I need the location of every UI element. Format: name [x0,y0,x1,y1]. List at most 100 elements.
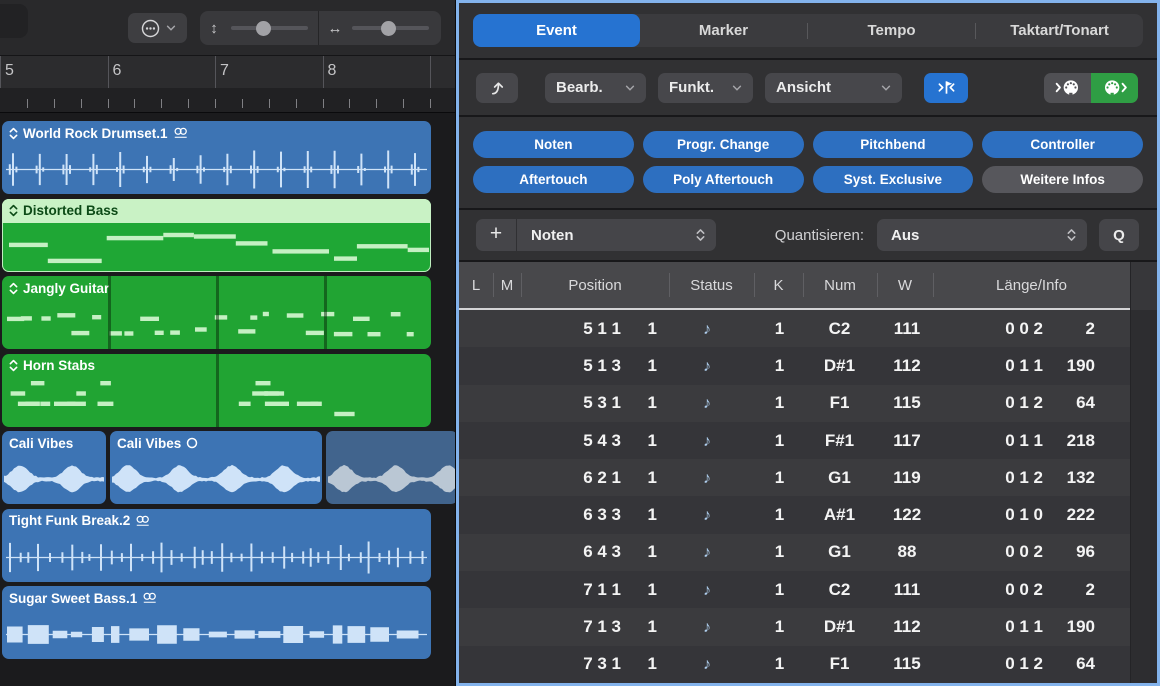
length-tick: 96 [1055,542,1095,562]
tab-tempo[interactable]: Tempo [808,14,975,47]
region-options-button[interactable] [128,13,187,43]
chevron-down-icon [732,85,742,91]
loop-segment-divider [324,276,327,349]
view-menu-button[interactable]: Ansicht [765,73,902,103]
loop-segment-divider [108,276,111,349]
add-event-button[interactable]: + [476,219,517,251]
length-tick: 64 [1055,393,1095,413]
slider-knob[interactable] [256,21,271,36]
channel-value: 1 [757,617,802,637]
length-tick: 64 [1055,654,1095,674]
filter-label: Progr. Change [677,137,769,152]
filter-poly-aftertouch[interactable]: Poly Aftertouch [643,166,804,193]
region-loop-tail[interactable] [326,431,455,504]
loop-segment-divider [216,354,219,427]
channel-value: 1 [757,319,802,339]
region-name: World Rock Drumset.1 [23,126,168,141]
column-header-l-nge-info[interactable]: Länge/Info [933,262,1130,308]
position-tick: 1 [621,505,657,525]
column-header-status[interactable]: Status [669,262,754,308]
column-header-position[interactable]: Position [521,262,669,308]
filter-progr-change[interactable]: Progr. Change [643,131,804,158]
bar-ruler[interactable]: 5678 [0,56,455,88]
filter-pitchbend[interactable]: Pitchbend [813,131,974,158]
filter-noten[interactable]: Noten [473,131,634,158]
column-header-num[interactable]: Num [803,262,877,308]
waveform-preview [112,455,320,502]
note-name: A#1 [802,505,877,525]
functions-menu-button[interactable]: Funkt. [658,73,753,103]
filter-syst-exclusive[interactable]: Syst. Exclusive [813,166,974,193]
editor-tab-bar: EventMarkerTempoTaktart/Tonart [459,3,1157,58]
flex-pitch-icon [9,359,18,372]
position-tick: 1 [621,654,657,674]
event-row[interactable]: 5 1 31♪1D#11120 1 1190 [459,347,1130,384]
hierarchy-up-button[interactable] [476,73,518,103]
region-jangly-guitar[interactable]: Jangly Guitar [2,276,431,349]
length-cell: 0 0 22 [937,319,1130,339]
tracks-panel: ↕ ↔ 5678 World Rock Drumset.1 Distorted B… [0,0,456,686]
status-cell: ♪ [657,580,757,600]
region-tight-funk-break-2[interactable]: Tight Funk Break.2 [2,509,431,582]
event-row[interactable]: 6 2 11♪1G11190 1 2132 [459,459,1130,496]
chevron-down-icon [166,25,176,31]
tab-marker[interactable]: Marker [640,14,807,47]
edit-menu-button[interactable]: Bearb. [545,73,646,103]
midi-out-button[interactable] [1091,73,1138,103]
horizontal-zoom-slider[interactable] [349,11,437,45]
column-header-w[interactable]: W [877,262,933,308]
filter-controller[interactable]: Controller [982,131,1143,158]
column-header-k[interactable]: K [754,262,803,308]
event-row[interactable]: 6 4 31♪1G1880 0 296 [459,534,1130,571]
status-cell: ♪ [657,431,757,451]
length-cell: 0 1 1190 [937,356,1130,376]
scrollbar-gutter[interactable] [1130,262,1157,683]
length-tick: 132 [1055,468,1095,488]
slider-knob[interactable] [381,21,396,36]
column-header-m[interactable]: M [493,262,521,308]
position-tick: 1 [621,393,657,413]
region-world-rock-drumset-1[interactable]: World Rock Drumset.1 [2,121,431,194]
velocity-value: 88 [877,542,937,562]
quantize-apply-button[interactable]: Q [1099,219,1139,251]
note-icon: ♪ [703,507,711,524]
filter-label: Aftertouch [519,172,587,187]
filter-aftertouch[interactable]: Aftertouch [473,166,634,193]
table-header: LM PositionStatusK Num WLänge/Info [459,262,1130,310]
midi-in-button[interactable] [1044,73,1091,103]
bar-number: 6 [113,62,122,80]
region-cali-vibes[interactable]: Cali Vibes [110,431,322,504]
filter-weitere-infos[interactable]: Weitere Infos [982,166,1143,193]
column-header-label: M [501,277,514,294]
event-type-select[interactable]: Noten [517,219,716,251]
column-header-label: Num [824,277,856,294]
region-cali-vibes[interactable]: Cali Vibes [2,431,106,504]
column-header-l[interactable]: L [459,262,493,308]
note-icon: ♪ [703,656,711,673]
event-row[interactable]: 7 1 31♪1D#11120 1 1190 [459,608,1130,645]
waveform-preview [4,533,429,580]
vertical-zoom-slider[interactable] [228,11,316,45]
tab-event[interactable]: Event [473,14,640,47]
filter-label: Poly Aftertouch [673,172,773,187]
status-cell: ♪ [657,542,757,562]
tab-taktart-tonart[interactable]: Taktart/Tonart [976,14,1143,47]
quantize-select[interactable]: Aus [877,219,1087,251]
length-value: 0 0 2 [1005,319,1043,339]
event-row[interactable]: 5 3 11♪1F11150 1 264 [459,385,1130,422]
event-row[interactable]: 7 3 11♪1F11150 1 264 [459,646,1130,683]
tracks-toolbar: ↕ ↔ [0,0,455,56]
ruler-ticks [0,88,455,113]
event-row[interactable]: 6 3 31♪1A#11220 1 0222 [459,496,1130,533]
event-row[interactable]: 5 1 11♪1C21110 0 22 [459,310,1130,347]
position-value: 5 1 3 [521,356,621,376]
region-distorted-bass[interactable]: Distorted Bass [2,199,431,272]
length-value: 0 1 2 [1005,654,1043,674]
region-horn-stabs[interactable]: Horn Stabs [2,354,431,427]
length-value: 0 0 2 [1005,580,1043,600]
event-rows: 5 1 11♪1C21110 0 225 1 31♪1D#11120 1 119… [459,310,1130,683]
event-row[interactable]: 7 1 11♪1C21110 0 22 [459,571,1130,608]
region-sugar-sweet-bass-1[interactable]: Sugar Sweet Bass.1 [2,586,431,659]
event-row[interactable]: 5 4 31♪1F#11170 1 1218 [459,422,1130,459]
catch-playhead-button[interactable] [924,73,968,103]
